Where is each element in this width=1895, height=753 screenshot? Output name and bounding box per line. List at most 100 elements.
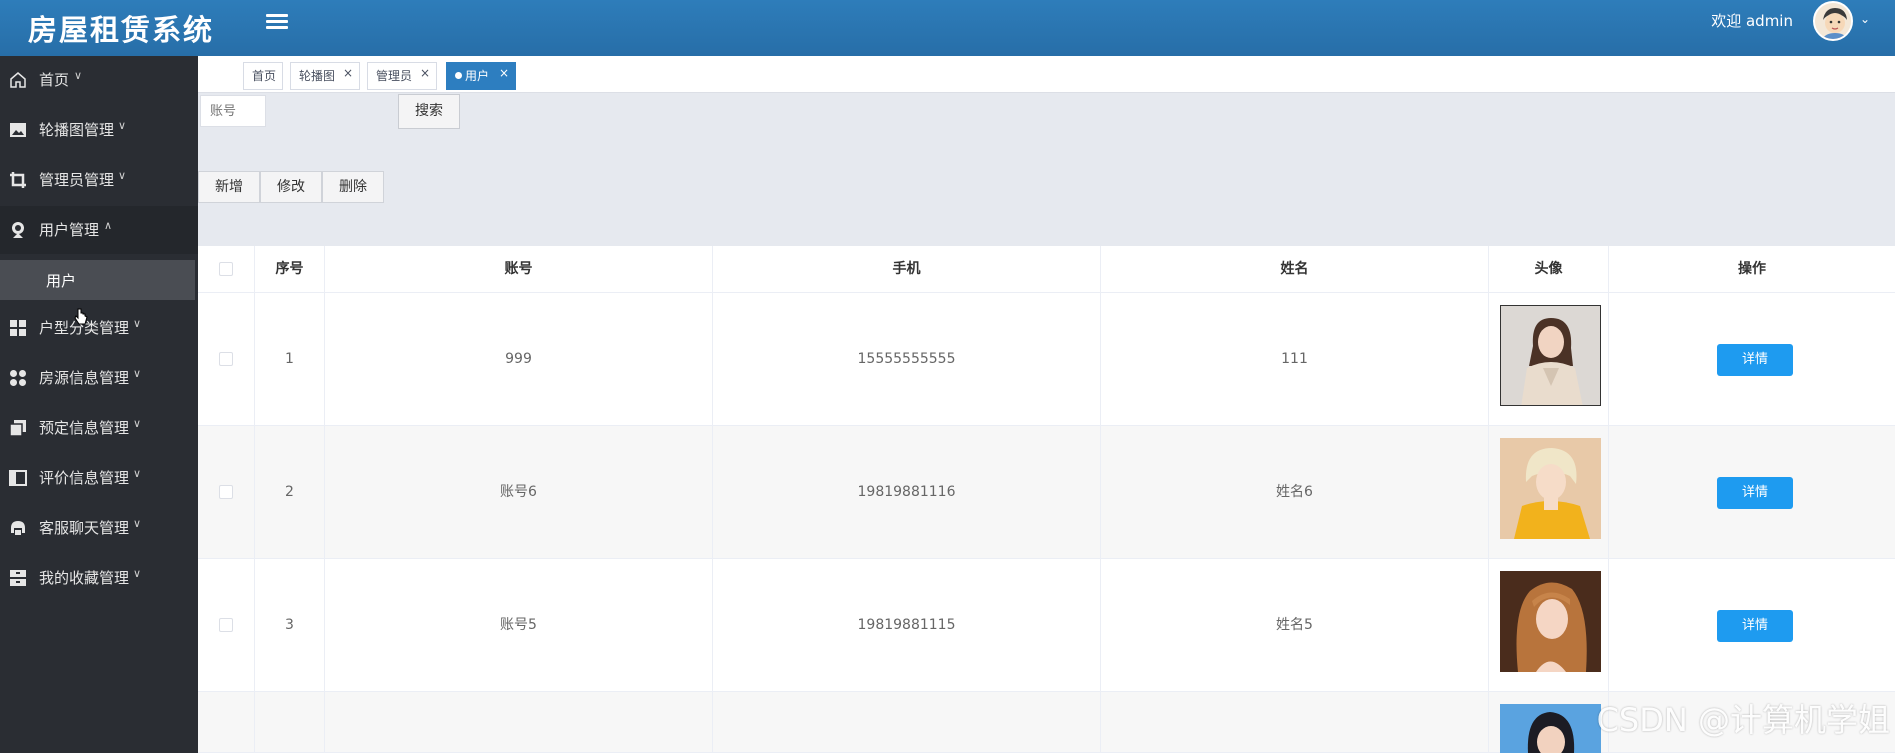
row-checkbox[interactable]	[219, 618, 233, 632]
phone-cell: 15555555555	[713, 293, 1101, 426]
tab-carousel[interactable]: 轮播图 ×	[290, 62, 360, 90]
sidebar-item-review[interactable]: 评价信息管理 ∨	[0, 454, 198, 502]
tab-label: 首页	[252, 69, 277, 83]
drawer-icon	[10, 570, 26, 586]
edit-button[interactable]: 修改	[260, 171, 322, 203]
avatar-photo	[1500, 438, 1601, 539]
chevron-down-icon: ∨	[133, 517, 142, 530]
chevron-down-icon: ∨	[133, 367, 142, 380]
phone-cell: 19819881116	[713, 426, 1101, 559]
tab-bar: 首页 轮播图 × 管理员 × 用户 ×	[198, 56, 1895, 93]
sidebar-subitem-user[interactable]: 用户	[0, 260, 195, 300]
chevron-down-icon: ∨	[133, 467, 142, 480]
column-header: 账号	[325, 246, 713, 293]
image-icon	[10, 123, 26, 137]
apps-icon	[10, 370, 26, 386]
sidebar-item-user[interactable]: 用户管理 ∧	[0, 206, 198, 254]
detail-button[interactable]: 详情	[1717, 477, 1793, 509]
panel-icon	[9, 470, 27, 486]
account-cell: 账号6	[325, 426, 713, 559]
app-title: 房屋租赁系统	[28, 13, 215, 47]
sidebar-item-label: 评价信息管理	[39, 469, 130, 487]
sidebar: 首页 ∨ 轮播图管理 ∨ 管理员管理 ∨ 用户管理 ∧ 用户 户型分类管理 ∨ …	[0, 56, 198, 753]
copy-icon	[9, 420, 26, 437]
main-content: 搜索 新增 修改 删除 序号 账号 手机 姓名 头像 操作 1 999 1555…	[198, 93, 1895, 753]
select-all-checkbox[interactable]	[219, 262, 233, 276]
sidebar-item-label: 首页	[39, 71, 70, 89]
avatar-photo	[1500, 704, 1601, 753]
tab-label: 用户	[465, 69, 490, 83]
column-header: 序号	[255, 246, 325, 293]
index-cell: 2	[255, 426, 325, 559]
menu-toggle-icon[interactable]	[266, 11, 288, 33]
sidebar-item-carousel[interactable]: 轮播图管理 ∨	[0, 106, 198, 154]
chat-icon	[11, 521, 25, 535]
account-cell: 999	[325, 293, 713, 426]
sidebar-item-label: 预定信息管理	[39, 419, 130, 437]
grid-icon	[10, 320, 26, 336]
sidebar-item-room-type[interactable]: 户型分类管理 ∨	[0, 304, 198, 352]
column-header: 姓名	[1101, 246, 1489, 293]
sidebar-item-home[interactable]: 首页 ∨	[0, 56, 198, 104]
chevron-down-icon: ∨	[133, 317, 142, 330]
column-header: 头像	[1489, 246, 1609, 293]
avatar-photo	[1500, 571, 1601, 672]
home-icon	[10, 72, 26, 88]
name-cell: 姓名6	[1101, 426, 1489, 559]
sidebar-item-listings[interactable]: 房源信息管理 ∨	[0, 354, 198, 402]
tab-label: 管理员	[376, 69, 413, 83]
row-select-cell	[198, 293, 255, 426]
chevron-down-icon: ∨	[118, 169, 127, 182]
sidebar-item-label: 用户管理	[39, 221, 100, 239]
detail-button[interactable]: 详情	[1717, 344, 1793, 376]
close-icon[interactable]: ×	[420, 60, 430, 86]
chevron-up-icon: ∧	[104, 219, 113, 232]
table-row: 2 账号6 19819881116 姓名6 详情	[198, 426, 1895, 559]
chevron-down-icon: ∨	[74, 69, 83, 82]
chevron-down-icon: ∨	[118, 119, 127, 132]
welcome-text: 欢迎 admin	[1711, 12, 1793, 30]
column-header: 手机	[713, 246, 1101, 293]
crop-icon	[10, 172, 26, 188]
add-button[interactable]: 新增	[198, 171, 260, 203]
mouse-cursor-icon	[74, 308, 88, 325]
close-icon[interactable]: ×	[499, 60, 509, 86]
tab-home[interactable]: 首页	[243, 62, 283, 90]
row-select-cell	[198, 692, 255, 753]
select-all-cell	[198, 246, 255, 293]
phone-cell	[713, 692, 1101, 753]
user-table: 序号 账号 手机 姓名 头像 操作 1 999 15555555555 111	[198, 246, 1895, 753]
row-checkbox[interactable]	[219, 352, 233, 366]
sidebar-item-label: 客服聊天管理	[39, 519, 130, 537]
row-select-cell	[198, 426, 255, 559]
sidebar-item-admin[interactable]: 管理员管理 ∨	[0, 156, 198, 204]
index-cell: 1	[255, 293, 325, 426]
sidebar-item-booking[interactable]: 预定信息管理 ∨	[0, 404, 198, 452]
sidebar-item-label: 房源信息管理	[39, 369, 130, 387]
sidebar-item-chat[interactable]: 客服聊天管理 ∨	[0, 504, 198, 552]
close-icon[interactable]: ×	[343, 60, 353, 86]
sidebar-item-label: 轮播图管理	[39, 121, 115, 139]
top-header: 房屋租赁系统 欢迎 admin ⌄	[0, 0, 1895, 56]
account-search-input[interactable]	[200, 95, 266, 127]
watermark-text: CSDN @计算机学姐	[1596, 701, 1890, 739]
chevron-down-icon: ∨	[133, 417, 142, 430]
delete-button[interactable]: 删除	[322, 171, 384, 203]
table-row: 3 账号5 19819881115 姓名5 详情	[198, 559, 1895, 692]
search-button[interactable]: 搜索	[398, 94, 460, 129]
chevron-down-icon[interactable]: ⌄	[1860, 12, 1870, 26]
detail-button[interactable]: 详情	[1717, 610, 1793, 642]
name-cell: 111	[1101, 293, 1489, 426]
avatar[interactable]	[1813, 1, 1853, 41]
phone-cell: 19819881115	[713, 559, 1101, 692]
sidebar-item-favorites[interactable]: 我的收藏管理 ∨	[0, 554, 198, 602]
index-cell	[255, 692, 325, 753]
row-checkbox[interactable]	[219, 485, 233, 499]
avatar-photo	[1500, 305, 1601, 406]
column-header: 操作	[1609, 246, 1895, 293]
tab-user[interactable]: 用户 ×	[446, 62, 516, 90]
name-cell	[1101, 692, 1489, 753]
sidebar-item-label: 管理员管理	[39, 171, 115, 189]
name-cell: 姓名5	[1101, 559, 1489, 692]
tab-admin[interactable]: 管理员 ×	[367, 62, 437, 90]
